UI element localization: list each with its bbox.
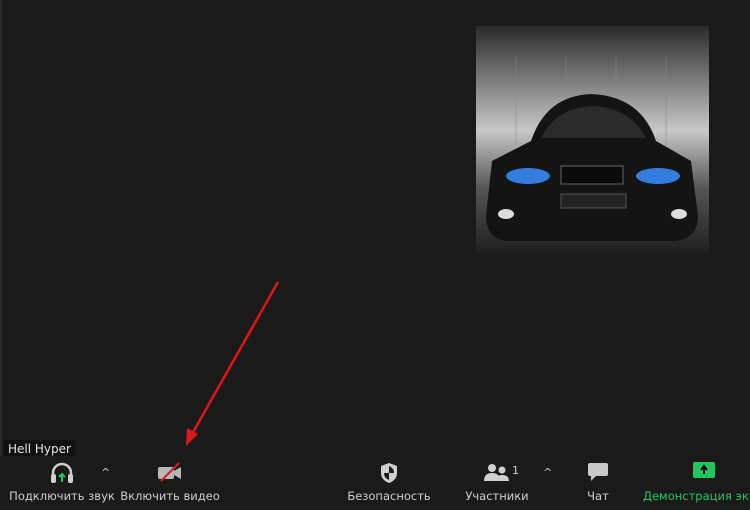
shield-icon bbox=[379, 462, 399, 487]
chat-bubble-icon bbox=[587, 462, 609, 485]
participants-options-caret[interactable]: ^ bbox=[543, 466, 552, 479]
video-off-icon bbox=[157, 462, 183, 485]
red-annotation-arrow bbox=[186, 281, 280, 446]
headphones-icon bbox=[50, 462, 74, 487]
start-video-button[interactable]: Включить видео bbox=[120, 456, 220, 506]
security-button[interactable]: Безопасность bbox=[345, 456, 433, 506]
meeting-toolbar: Подключить звук ^ Включить видео Безопас… bbox=[0, 456, 750, 510]
audio-options-caret[interactable]: ^ bbox=[101, 466, 110, 479]
share-screen-button[interactable]: Демонстрация экрана bbox=[643, 456, 750, 506]
participants-count: 1 bbox=[512, 464, 519, 477]
participants-button[interactable]: 1 Участники bbox=[462, 456, 532, 506]
chat-button[interactable]: Чат bbox=[578, 456, 618, 506]
share-screen-icon bbox=[693, 462, 715, 483]
join-audio-button[interactable]: Подключить звук bbox=[8, 456, 116, 506]
participants-icon bbox=[484, 462, 510, 485]
